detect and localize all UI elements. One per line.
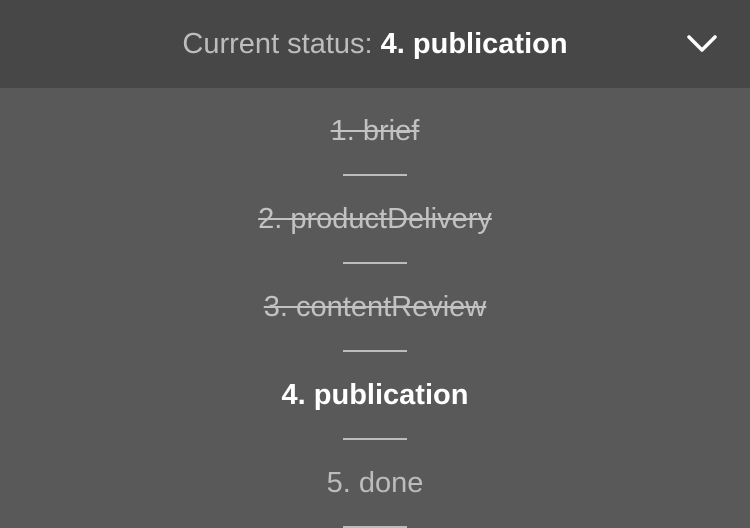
status-step-label: 3. contentReview — [263, 291, 487, 323]
status-step-1[interactable]: 1. brief — [0, 88, 750, 176]
status-step-label: 1. brief — [330, 115, 420, 147]
chevron-down-icon[interactable] — [686, 30, 718, 58]
status-step-list: 1. brief 2. productDelivery 3. contentRe… — [0, 88, 750, 528]
status-step-4[interactable]: 4. publication — [0, 352, 750, 440]
current-status: Current status: 4. publication — [0, 0, 750, 88]
status-step-5[interactable]: 5. done — [0, 440, 750, 528]
current-status-label: Current status: — [182, 28, 373, 60]
status-step-2[interactable]: 2. productDelivery — [0, 176, 750, 264]
status-step-label: 2. productDelivery — [258, 203, 492, 235]
status-step-3[interactable]: 3. contentReview — [0, 264, 750, 352]
status-step-label: 5. done — [326, 467, 424, 499]
status-header[interactable]: Current status: 4. publication — [0, 0, 750, 88]
status-step-label: 4. publication — [281, 379, 469, 411]
current-status-value: 4. publication — [380, 28, 568, 60]
